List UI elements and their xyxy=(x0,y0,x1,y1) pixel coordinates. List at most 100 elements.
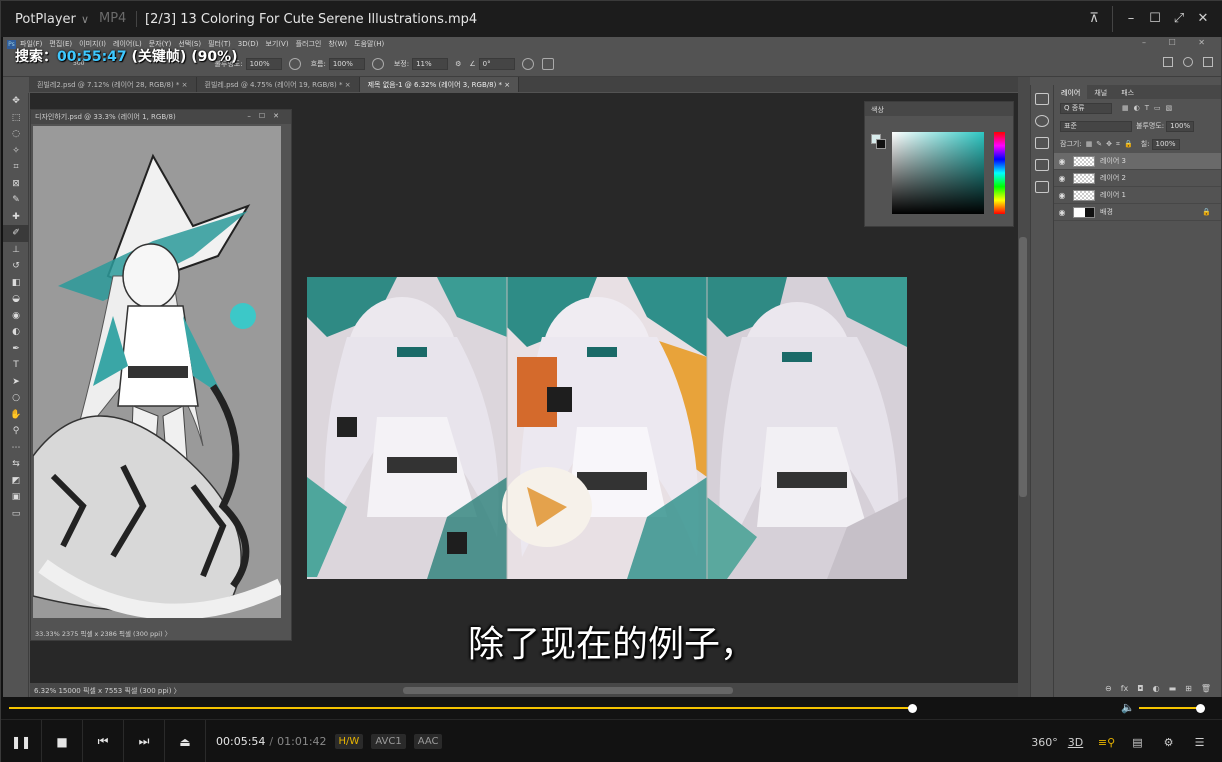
ps-menu-item: 보기(V) xyxy=(265,40,289,48)
stop-button[interactable]: ■ xyxy=(42,719,83,762)
hand-tool-icon: ✋ xyxy=(10,409,22,420)
volume-handle[interactable] xyxy=(1196,704,1205,713)
blend-mode-select: 표준 xyxy=(1060,120,1132,132)
potplayer-window: PotPlayer ∨ MP4 [2/3] 13 Coloring For Cu… xyxy=(0,0,1222,762)
chevron-down-icon[interactable]: ∨ xyxy=(81,13,95,26)
magic-wand-icon: ✧ xyxy=(12,145,20,156)
frame-tool-icon: ⊠ xyxy=(12,178,20,189)
layer-filter-row: Q 종류 ▦◐T▭▧ xyxy=(1054,99,1221,117)
pause-icon: ❚❚ xyxy=(10,734,32,749)
folder-icon: ▬ xyxy=(1168,684,1177,693)
color-panel: 색상 xyxy=(864,101,1014,227)
settings-gear-icon[interactable]: ⚙ xyxy=(1153,736,1184,749)
tab-channels: 채널 xyxy=(1094,89,1108,97)
minimize-icon[interactable]: – xyxy=(1119,10,1143,32)
people-icon xyxy=(1034,181,1049,193)
file-title: [2/3] 13 Coloring For Cute Serene Illust… xyxy=(145,11,478,27)
next-button[interactable]: ⏭ xyxy=(124,719,165,762)
floating-doc-title-text: 디자인하기.psd @ 33.3% (레이어 1, RGB/8) xyxy=(35,113,176,121)
floating-doc-title: 디자인하기.psd @ 33.3% (레이어 1, RGB/8) –☐✕ xyxy=(31,110,291,124)
3d-button[interactable]: 3D xyxy=(1060,736,1091,749)
search-time: 00:55:47 xyxy=(57,49,127,65)
total-time[interactable]: 01:01:42 xyxy=(277,735,326,748)
new-layer-icon: ⊞ xyxy=(1185,684,1192,693)
previous-button[interactable]: ⏮ xyxy=(83,719,124,762)
divider xyxy=(1112,6,1113,32)
ps-doc-tab-active: 제목 없음-1 @ 6.32% (레이어 3, RGB/8) * × xyxy=(359,77,520,92)
eye-icon: ◉ xyxy=(1058,207,1066,217)
open-button[interactable]: ⏏ xyxy=(165,719,206,762)
smoothing-field: 11% xyxy=(412,57,449,70)
playlist-search-icon[interactable]: ≡⚲ xyxy=(1091,736,1122,749)
lock-icons: ▦✎✥⌗🔒 xyxy=(1085,139,1137,148)
opacity-label: 불투명도: xyxy=(1136,122,1165,130)
link-icon: ⊖ xyxy=(1105,684,1112,693)
symmetry-icon xyxy=(541,57,554,70)
layer-row: ◉ 레이어 1 xyxy=(1054,187,1221,204)
swap-colors-icon: ⇆ xyxy=(12,459,20,470)
seek-handle[interactable] xyxy=(908,704,917,713)
share-icon xyxy=(1163,57,1173,67)
gear-icon: ⚙ xyxy=(455,59,462,68)
previous-icon: ⏮ xyxy=(97,734,109,748)
format-label: MP4 xyxy=(95,11,137,27)
maximize-icon[interactable]: ☐ xyxy=(1143,10,1167,32)
menu-icon[interactable]: ☰ xyxy=(1184,736,1215,749)
layers-panel-tabs: 레이어 채널 패스 xyxy=(1054,85,1221,99)
playlist-icon[interactable]: ▤ xyxy=(1122,736,1153,749)
current-time[interactable]: 00:05:54 xyxy=(216,735,265,748)
close-icon[interactable]: ✕ xyxy=(1191,10,1215,32)
smoothing-label: 보정: xyxy=(393,59,410,68)
floating-doc-controls: –☐✕ xyxy=(247,112,287,120)
hue-slider xyxy=(994,132,1005,214)
ps-panel-icons xyxy=(1030,85,1052,697)
ps-window-controls: – ☐ ✕ xyxy=(1142,38,1215,47)
brush-tool-icon: ✐ xyxy=(3,225,29,242)
tab-paths: 패스 xyxy=(1121,89,1135,97)
shape-tool-icon: ○ xyxy=(12,393,20,404)
video-codec-badge[interactable]: AVC1 xyxy=(371,734,406,749)
move-tool-icon: ✥ xyxy=(12,96,20,107)
seek-bar[interactable] xyxy=(9,707,913,709)
video-frame[interactable]: Ps 파일(F) 편집(E) 이미지(I) 레이어(L) 문자(Y) 선택(S)… xyxy=(3,37,1221,697)
eye-icon: ◉ xyxy=(1058,156,1066,166)
ps-menu-item: 3D(D) xyxy=(237,40,259,48)
volume-slider[interactable] xyxy=(1139,707,1200,709)
ps-horizontal-scrollbar xyxy=(403,687,733,694)
lock-icon: 🔒 xyxy=(1202,208,1211,216)
eye-icon: ◉ xyxy=(1058,173,1066,183)
layer-row: ◉ 레이어 3 xyxy=(1054,153,1221,170)
audio-codec-badge[interactable]: AAC xyxy=(413,734,443,749)
vr-360-button[interactable]: 360° xyxy=(1029,736,1060,749)
next-icon: ⏭ xyxy=(138,734,150,748)
fullscreen-icon[interactable]: ⤢ xyxy=(1167,10,1191,32)
angle-field: 0° xyxy=(478,57,515,70)
blend-row: 표준 불투명도: 100% xyxy=(1054,117,1221,135)
layer-row: ◉ 레이어 2 xyxy=(1054,170,1221,187)
video-subtitle: 除了现在的例子， xyxy=(467,624,756,665)
type-tool-icon: T xyxy=(13,360,19,371)
eyedropper-icon: ✎ xyxy=(12,195,20,206)
pause-button[interactable]: ❚❚ xyxy=(1,719,42,762)
pin-icon[interactable]: ⊼ xyxy=(1082,10,1106,32)
window-controls: ⊼ – ☐ ⤢ ✕ xyxy=(1082,6,1215,32)
pen-tool-icon: ✒ xyxy=(12,343,20,354)
ps-menu-item: 창(W) xyxy=(328,40,348,48)
hw-decoder-badge[interactable]: H/W xyxy=(334,734,364,749)
flow-label: 흐름: xyxy=(310,59,326,68)
ps-toolbar: ✥ ⬚ ◌ ✧ ⌗ ⊠ ✎ ✚ ✐ ⊥ ↺ ◧ ◒ ◉ ◐ ✒ T ➤ ○ ✋ … xyxy=(3,93,29,697)
volume-icon[interactable]: 🔈 xyxy=(1121,701,1135,714)
background-swatch xyxy=(876,139,886,149)
player-brand-menu[interactable]: PotPlayer xyxy=(1,12,81,27)
character-illustration-image xyxy=(307,277,907,579)
stop-icon: ■ xyxy=(56,734,68,749)
eye-icon: ◉ xyxy=(1058,190,1066,200)
fill-label: 칠: xyxy=(1140,140,1150,148)
layers-panel: 레이어 채널 패스 Q 종류 ▦◐T▭▧ 표준 불투명도: 100% 잠그기: … xyxy=(1053,85,1221,697)
brush-settings-icon xyxy=(1034,137,1049,149)
layer-thumbnail xyxy=(1073,206,1095,218)
pressure-opacity-icon xyxy=(288,57,301,70)
layer-thumbnail xyxy=(1073,172,1095,184)
color-panel-title: 색상 xyxy=(865,102,1013,116)
quickmask-icon: ▣ xyxy=(11,492,21,503)
